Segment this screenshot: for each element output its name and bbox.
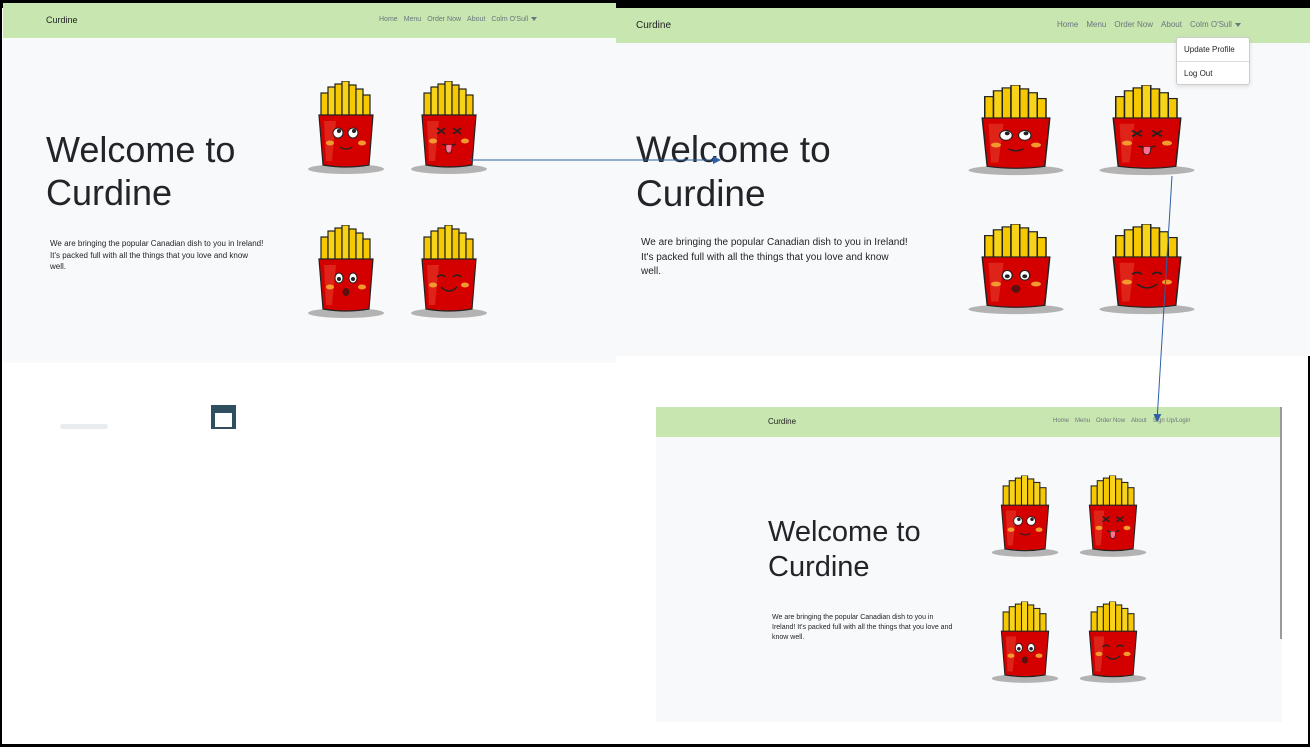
arrow-to-logout-result bbox=[1153, 175, 1173, 422]
flow-arrows bbox=[470, 156, 1173, 422]
collage: Curdine Home Menu Order Now About Colm O… bbox=[0, 0, 1310, 747]
